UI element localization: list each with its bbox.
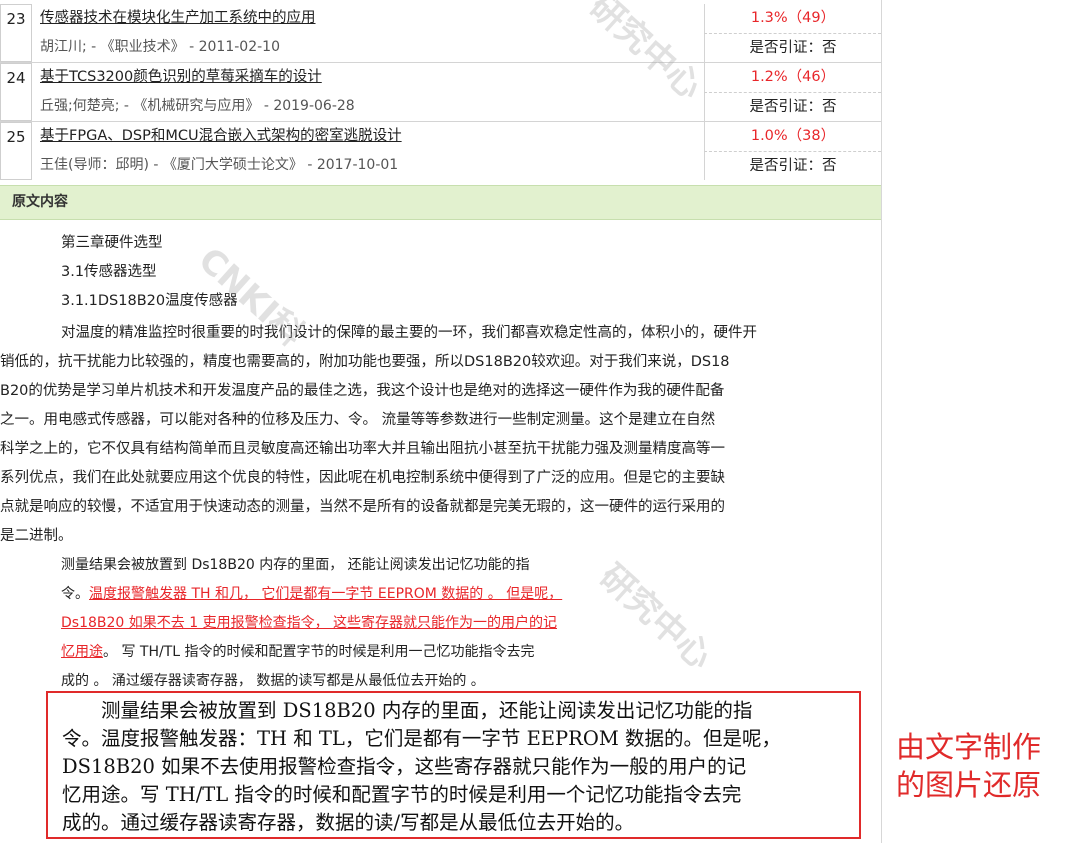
ocr-line: 忆用途。 写 TH/TL 指令的时候和配置字节的时候是利用一己忆功能指令去完 <box>61 639 535 665</box>
similarity-percent: 1.0%（38） <box>704 122 881 151</box>
paragraph-line: 科学之上的，它不仅具有结构简单而且灵敏度高还输出功率大并且输出阻抗小甚至抗干扰能… <box>0 441 725 457</box>
result-author-source: 丘强;何楚亮; - 《机械研究与应用》 - 2019-06-28 <box>40 98 355 114</box>
section-heading: 3.1传感器选型 <box>61 264 157 280</box>
result-title-link[interactable]: 基于TCS3200颜色识别的草莓采摘车的设计 <box>40 63 702 92</box>
result-author-source: 王佳(导师：邱明) - 《厦门大学硕士论文》 - 2017-10-01 <box>40 157 399 173</box>
result-item: 23 传感器技术在模块化生产加工系统中的应用 胡江川; - 《职业技术》 - 2… <box>0 4 881 62</box>
paragraph-line: 销低的，抗干扰能力比较强的，精度也需要高的，附加功能也要强，所以DS18B20较… <box>0 354 730 370</box>
restored-line: 令。温度报警触发器：TH 和 TL，它们是都有一字节 EEPROM 数据的。但是… <box>62 727 781 750</box>
restored-line: 测量结果会被放置到 DS18B20 内存的里面，还能让阅读发出记忆功能的指 <box>62 699 753 722</box>
restored-line: DS18B20 如果不去使用报警检查指令，这些寄存器就只能作为一般的用户的记 <box>62 755 747 778</box>
ocr-line: 令。温度报警触发器 TH 和几， 它们是都有一字节 EEPROM 数据的 。 但… <box>61 581 562 607</box>
ocr-line: 测量结果会被放置到 Ds18B20 内存的里面， 还能让阅读发出记忆功能的指 <box>61 557 530 573</box>
restored-line: 成的。通过缓存器读寄存器，数据的读/写都是从最低位去开始的。 <box>62 811 635 834</box>
result-title-link[interactable]: 基于FPGA、DSP和MCU混合嵌入式架构的密室逃脱设计 <box>40 122 702 151</box>
original-content-header: 原文内容 <box>0 185 881 220</box>
ocr-text: 。 写 TH/TL 指令的时候和配置字节的时候是利用一己忆功能指令去完 <box>103 644 535 660</box>
citation-status: 是否引证：否 <box>704 92 881 121</box>
similarity-percent: 1.2%（46） <box>704 63 881 92</box>
result-author-source: 胡江川; - 《职业技术》 - 2011-02-10 <box>40 39 280 55</box>
highlighted-similar-text: Ds18B20 如果不去 1 吏用报警检查指令， 这些寄存器就只能作为一的用户的… <box>61 615 558 631</box>
watermark-text: 研究中心 <box>591 556 720 678</box>
result-number: 24 <box>0 63 32 121</box>
paragraph-line: 系列优点，我们在此处就要应用这个优良的特性，因此呢在机电控制系统中便得到了广泛的… <box>0 470 725 486</box>
citation-status: 是否引证：否 <box>704 33 881 62</box>
result-item: 25 基于FPGA、DSP和MCU混合嵌入式架构的密室逃脱设计 王佳(导师：邱明… <box>0 122 881 180</box>
paragraph-line: B20的优势是学习单片机技术和开发温度产品的最佳之选，我这个设计也是绝对的选择这… <box>0 383 725 399</box>
section-title: 原文内容 <box>12 194 68 210</box>
similarity-percent: 1.3%（49） <box>704 4 881 33</box>
restored-line: 忆用途。写 TH/TL 指令的时候和配置字节的时候是利用一个记忆功能指令去完 <box>62 783 742 806</box>
caption-line: 的图片还原 <box>896 768 1042 802</box>
paragraph-line: 点就是响应的较慢，不适宜用于快速动态的测量，当然不是所有的设备就都是完美无瑕的，… <box>0 499 725 515</box>
paragraph-line: 之一。用电感式传感器，可以能对各种的位移及压力、令。 流量等等参数进行一些制定测… <box>0 412 716 428</box>
paragraph-line: 是二进制。 <box>0 528 73 544</box>
chapter-heading: 第三章硬件选型 <box>61 235 163 251</box>
highlighted-similar-text: 忆用途 <box>61 644 103 660</box>
result-title-link[interactable]: 传感器技术在模块化生产加工系统中的应用 <box>40 4 702 33</box>
subsection-heading: 3.1.1DS18B20温度传感器 <box>61 293 238 309</box>
paragraph-line: 对温度的精准监控时很重要的时我们设计的保障的最主要的一环，我们都喜欢稳定性高的，… <box>61 325 757 341</box>
result-number: 23 <box>0 4 32 62</box>
result-number: 25 <box>0 122 32 180</box>
annotation-caption: 由文字制作 的图片还原 <box>896 728 1076 804</box>
citation-status: 是否引证：否 <box>704 151 881 180</box>
result-item: 24 基于TCS3200颜色识别的草莓采摘车的设计 丘强;何楚亮; - 《机械研… <box>0 63 881 121</box>
highlighted-similar-text: 温度报警触发器 TH 和几， 它们是都有一字节 EEPROM 数据的 。 但是呢… <box>89 586 563 602</box>
ocr-text: 令。 <box>61 586 89 602</box>
caption-line: 由文字制作 <box>896 730 1042 764</box>
restored-text-box: 测量结果会被放置到 DS18B20 内存的里面，还能让阅读发出记忆功能的指 令。… <box>46 691 861 839</box>
